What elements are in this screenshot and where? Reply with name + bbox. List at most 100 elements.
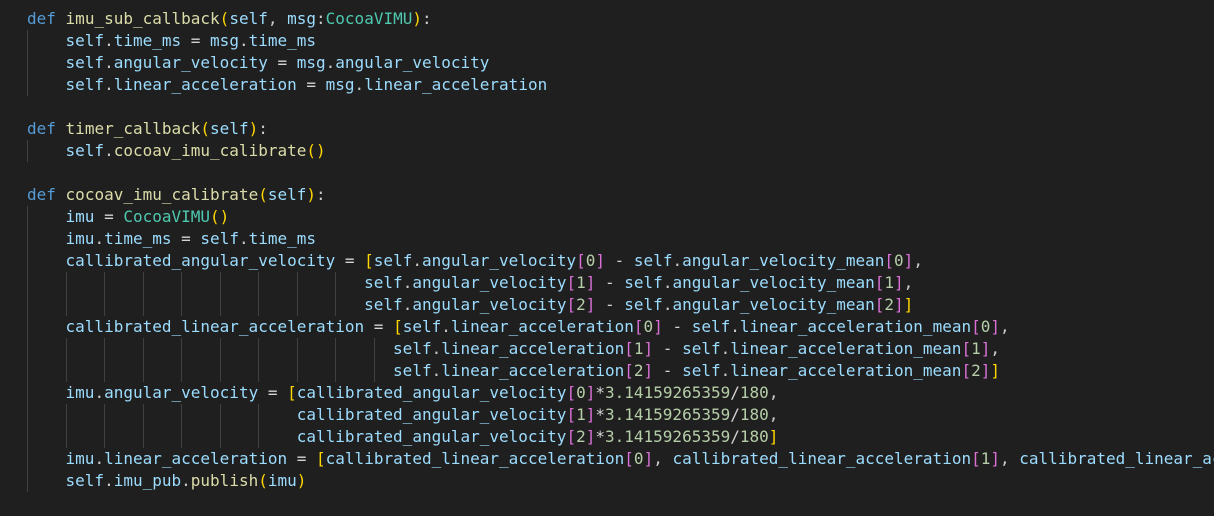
- code-token: =: [267, 53, 297, 72]
- code-token: imu_pub: [113, 471, 182, 490]
- code-token: [: [566, 405, 577, 424]
- code-token: .: [181, 471, 191, 490]
- code-token: callibrated_angular_velocity: [65, 251, 336, 270]
- code-token: .: [94, 383, 105, 402]
- code-token: self: [65, 471, 105, 490]
- code-token: 3.14159265359: [605, 427, 731, 446]
- code-line[interactable]: [27, 96, 1214, 118]
- code-token: linear_acceleration_mean: [739, 317, 972, 336]
- code-token: self: [65, 31, 105, 50]
- code-token: 0: [576, 383, 586, 402]
- code-line[interactable]: self.angular_velocity[2] - self.angular_…: [27, 294, 1214, 316]
- code-token: [: [316, 449, 326, 468]
- code-token: self: [691, 317, 731, 336]
- code-line[interactable]: self.time_ms = msg.time_ms: [27, 30, 1214, 52]
- code-token: 3.14159265359: [605, 405, 731, 424]
- code-line[interactable]: self.cocoav_imu_calibrate(): [27, 140, 1214, 162]
- code-token: ]: [585, 383, 596, 402]
- code-token: ]: [894, 295, 904, 314]
- code-line[interactable]: self.angular_velocity[1] - self.angular_…: [27, 272, 1214, 294]
- code-token: *: [595, 405, 605, 424]
- code-token: 0: [633, 449, 644, 468]
- code-token: 1: [576, 273, 586, 292]
- code-token: self: [267, 185, 307, 204]
- code-token: self: [364, 273, 403, 292]
- code-line[interactable]: def imu_sub_callback(self, msg:CocoaVIMU…: [27, 8, 1214, 30]
- code-line[interactable]: callibrated_angular_velocity = [self.ang…: [27, 250, 1214, 272]
- code-token: ,: [267, 9, 288, 28]
- code-token: angular_velocity: [335, 53, 490, 72]
- code-line[interactable]: def timer_callback(self):: [27, 118, 1214, 140]
- code-token: def: [27, 9, 56, 28]
- code-line[interactable]: self.linear_acceleration[1] - self.linea…: [27, 338, 1214, 360]
- code-token: =: [258, 383, 288, 402]
- code-token: .: [104, 31, 114, 50]
- code-token: ]: [768, 427, 779, 446]
- code-token: .: [720, 339, 731, 358]
- code-token: self: [682, 361, 721, 380]
- code-line[interactable]: imu = CocoaVIMU(): [27, 206, 1214, 228]
- code-token: [: [624, 449, 634, 468]
- code-token: ]: [595, 251, 606, 270]
- code-token: =: [335, 251, 365, 270]
- code-line[interactable]: self.imu_pub.publish(imu): [27, 470, 1214, 492]
- code-token: imu: [267, 471, 297, 490]
- code-token: callibrated_linear_acceleration: [65, 317, 365, 336]
- code-token: -: [653, 361, 683, 380]
- code-token: self: [624, 273, 663, 292]
- code-token: -: [595, 295, 625, 314]
- code-token: imu: [65, 207, 95, 226]
- code-token: ]: [585, 405, 596, 424]
- code-token: [: [566, 295, 577, 314]
- code-token: =: [364, 317, 394, 336]
- code-line[interactable]: imu.time_ms = self.time_ms: [27, 228, 1214, 250]
- code-editor[interactable]: def imu_sub_callback(self, msg:CocoaVIMU…: [0, 0, 1214, 516]
- code-token: -: [653, 339, 683, 358]
- code-token: def: [27, 185, 56, 204]
- code-token: ,: [990, 339, 1000, 358]
- code-line[interactable]: self.linear_acceleration = msg.linear_ac…: [27, 74, 1214, 96]
- code-line[interactable]: callibrated_linear_acceleration = [self.…: [27, 316, 1214, 338]
- code-token: .: [720, 361, 731, 380]
- code-token: angular_velocity: [113, 53, 268, 72]
- code-token: self: [364, 295, 403, 314]
- code-area[interactable]: def imu_sub_callback(self, msg:CocoaVIMU…: [27, 8, 1214, 492]
- code-token: .: [431, 361, 442, 380]
- code-token: msg: [210, 31, 239, 50]
- code-token: 1: [971, 339, 981, 358]
- code-line[interactable]: callibrated_angular_velocity[2]*3.141592…: [27, 426, 1214, 448]
- code-token: 0: [585, 251, 596, 270]
- code-line[interactable]: callibrated_angular_velocity[1]*3.141592…: [27, 404, 1214, 426]
- code-token: ]: [990, 449, 1001, 468]
- code-line[interactable]: self.angular_velocity = msg.angular_velo…: [27, 52, 1214, 74]
- code-token: (: [219, 9, 230, 28]
- code-token: (: [200, 119, 211, 138]
- code-token: 1: [980, 449, 991, 468]
- code-token: linear_acceleration: [450, 317, 634, 336]
- code-token: [: [961, 361, 972, 380]
- code-token: /: [730, 405, 740, 424]
- code-token: angular_velocity: [412, 295, 567, 314]
- code-line[interactable]: [27, 162, 1214, 184]
- code-line[interactable]: self.linear_acceleration[2] - self.linea…: [27, 360, 1214, 382]
- code-line[interactable]: imu.angular_velocity = [callibrated_angu…: [27, 382, 1214, 404]
- code-token: self: [65, 141, 105, 160]
- code-line[interactable]: def cocoav_imu_calibrate(self):: [27, 184, 1214, 206]
- code-token: publish: [190, 471, 259, 490]
- code-token: .: [402, 295, 413, 314]
- code-token: ]: [980, 361, 991, 380]
- code-token: -: [605, 251, 634, 270]
- code-token: self: [65, 53, 105, 72]
- code-line[interactable]: imu.linear_acceleration = [callibrated_l…: [27, 448, 1214, 470]
- code-token: [: [566, 273, 577, 292]
